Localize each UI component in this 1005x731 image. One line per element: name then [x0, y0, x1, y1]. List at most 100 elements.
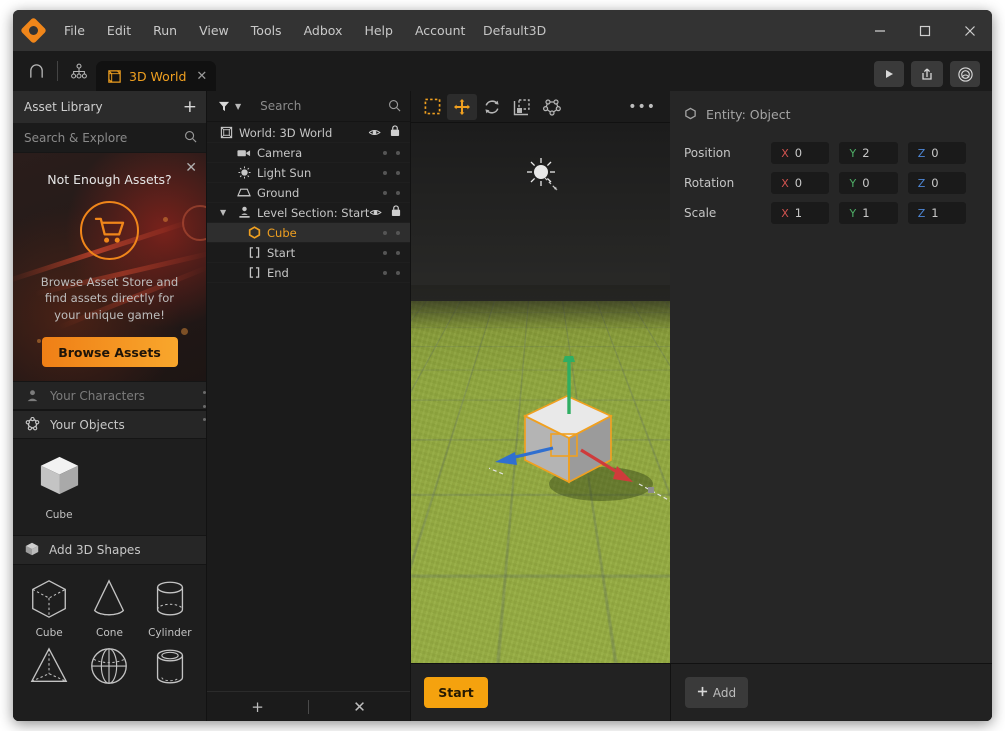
shape-item-cylinder[interactable]: Cylinder	[140, 573, 200, 639]
chevron-down-icon[interactable]: ▼	[220, 208, 226, 217]
shape-item-tube[interactable]	[140, 641, 200, 693]
browse-assets-button[interactable]: Browse Assets	[41, 337, 178, 368]
node-dot[interactable]	[383, 270, 387, 275]
asset-search-input[interactable]: Search & Explore	[13, 123, 206, 153]
selected-cube-object[interactable]	[458, 342, 670, 535]
node-dot[interactable]	[383, 250, 387, 255]
node-dot[interactable]	[383, 190, 387, 195]
menu-item-adbox[interactable]: Adbox	[293, 18, 354, 43]
node-dot[interactable]	[396, 170, 400, 175]
scale-tool[interactable]	[507, 94, 537, 120]
axis-label: Y	[849, 206, 857, 220]
menu-item-tools[interactable]: Tools	[240, 18, 293, 43]
move-tool[interactable]	[447, 93, 477, 120]
ground-plane-icon	[235, 187, 253, 198]
lock-icon[interactable]	[390, 125, 400, 140]
tab-close-icon[interactable]: ✕	[196, 69, 207, 84]
rotate-tool[interactable]	[477, 94, 507, 120]
maximize-button[interactable]	[902, 10, 947, 51]
add-button[interactable]: Add	[685, 677, 748, 708]
close-button[interactable]	[947, 10, 992, 51]
app-logo	[13, 17, 53, 44]
rotation-z-input[interactable]: Z 0	[907, 172, 966, 194]
hierarchy-search-input[interactable]: Search	[260, 99, 301, 113]
scale-z-input[interactable]: Z 1	[907, 202, 966, 224]
tree-node-camera[interactable]: Camera	[207, 143, 410, 163]
node-dot[interactable]	[396, 150, 400, 155]
tree-node-controls	[383, 270, 410, 275]
node-dot[interactable]	[396, 270, 400, 275]
start-button[interactable]: Start	[424, 677, 488, 708]
tree-node-world[interactable]: World: 3D World	[207, 123, 410, 143]
remove-node-button[interactable]: ✕	[309, 698, 410, 716]
tree-node-level-section[interactable]: ▼ Level Section: Start	[207, 203, 410, 223]
3d-viewport[interactable]	[411, 123, 670, 663]
settings-button[interactable]	[950, 61, 980, 87]
sitemap-icon[interactable]	[62, 54, 96, 88]
viewport-more-menu[interactable]: •••	[628, 99, 670, 115]
cube-thumb-icon	[40, 456, 78, 495]
node-dot[interactable]	[396, 190, 400, 195]
position-x-input[interactable]: X 0	[771, 142, 830, 164]
asset-item-cube[interactable]: Cube	[31, 452, 87, 521]
shape-item-cone[interactable]: Cone	[79, 573, 139, 639]
plus-icon	[697, 686, 708, 700]
vertex-tool[interactable]	[537, 94, 567, 120]
tree-node-ground[interactable]: Ground	[207, 183, 410, 203]
node-dot[interactable]	[383, 230, 387, 235]
property-label: Position	[684, 146, 731, 160]
tree-node-end[interactable]: End	[207, 263, 410, 283]
property-row-rotation: Rotation X 0 Y 0 Z 0	[684, 168, 976, 198]
visibility-eye-icon[interactable]	[369, 206, 383, 220]
tree-node-start[interactable]: Start	[207, 243, 410, 263]
home-icon[interactable]	[19, 54, 53, 88]
node-dot[interactable]	[396, 230, 400, 235]
visibility-eye-icon[interactable]	[368, 126, 381, 140]
position-y-input[interactable]: Y 2	[839, 142, 898, 164]
chevron-down-icon[interactable]: ▼	[235, 102, 241, 111]
main-body: Asset Library + Search & Explore ✕ Not E…	[13, 91, 992, 721]
position-z-input[interactable]: Z 0	[907, 142, 966, 164]
rotation-x-input[interactable]: X 0	[771, 172, 830, 194]
menu-item-file[interactable]: File	[53, 18, 96, 43]
node-dot[interactable]	[383, 170, 387, 175]
add-node-button[interactable]: +	[207, 698, 308, 716]
scale-y-input[interactable]: Y 1	[839, 202, 898, 224]
rotation-y-input[interactable]: Y 0	[839, 172, 898, 194]
shape-item-cube[interactable]: Cube	[19, 573, 79, 639]
tab-3d-world[interactable]: 3D World ✕	[96, 61, 217, 91]
node-dot[interactable]	[396, 250, 400, 255]
scale-x-input[interactable]: X 1	[771, 202, 830, 224]
select-tool[interactable]	[417, 94, 447, 120]
tree-node-light-sun[interactable]: Light Sun	[207, 163, 410, 183]
play-button[interactable]	[874, 61, 904, 87]
section-your-characters[interactable]: Your Characters	[13, 381, 206, 410]
promo-close-icon[interactable]: ✕	[185, 160, 197, 176]
shape-item-sphere[interactable]	[79, 641, 139, 693]
node-dot[interactable]	[383, 150, 387, 155]
publish-button[interactable]	[911, 61, 943, 87]
menu-item-help[interactable]: Help	[353, 18, 404, 43]
menu-item-view[interactable]: View	[188, 18, 240, 43]
menu-item-run[interactable]: Run	[142, 18, 188, 43]
axis-value: 0	[931, 176, 939, 190]
asset-item-label: Cube	[45, 509, 73, 521]
tab-bar: 3D World ✕	[13, 51, 992, 91]
menu-item-edit[interactable]: Edit	[96, 18, 142, 43]
shape-item-pyramid[interactable]	[19, 641, 79, 693]
section-your-objects[interactable]: Your Objects	[13, 410, 206, 439]
tree-node-cube[interactable]: Cube	[207, 223, 410, 243]
filter-icon[interactable]	[218, 97, 230, 116]
axis-label: X	[781, 206, 789, 220]
level-section-icon	[235, 206, 253, 219]
panel-resize-handle[interactable]	[202, 391, 207, 421]
cylinder-wire-icon	[156, 581, 183, 616]
menu-item-account[interactable]: Account	[404, 18, 476, 43]
add-3d-shapes-header[interactable]: Add 3D Shapes	[13, 535, 206, 565]
add-asset-button[interactable]: +	[183, 98, 197, 116]
shopping-cart-icon	[80, 201, 139, 260]
tube-wire-icon	[156, 649, 183, 684]
lock-icon[interactable]	[391, 205, 401, 220]
minimize-button[interactable]	[857, 10, 902, 51]
sun-light-gizmo[interactable]	[523, 156, 567, 208]
